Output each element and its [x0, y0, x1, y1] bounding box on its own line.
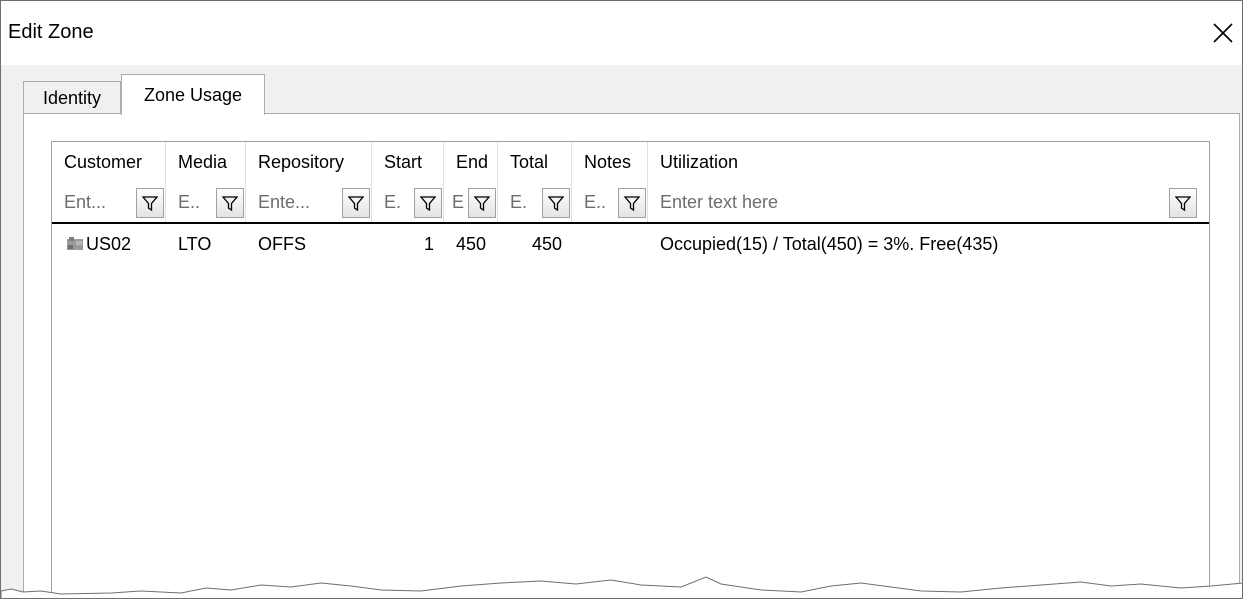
filter-input-end[interactable] [444, 188, 468, 216]
column-header-total[interactable]: Total [498, 142, 572, 182]
filter-cell-media [166, 182, 246, 222]
filter-input-notes[interactable] [572, 188, 618, 216]
column-header-repository[interactable]: Repository [246, 142, 372, 182]
cell-total: 450 [531, 234, 562, 254]
filter-button-customer[interactable] [136, 188, 164, 218]
cell-media: LTO [178, 234, 212, 254]
tab-zone-usage[interactable]: Zone Usage [121, 74, 265, 115]
funnel-icon [474, 196, 490, 212]
cell-start: 1 [423, 234, 434, 254]
cell-customer: US02 [86, 234, 132, 254]
funnel-icon [348, 196, 364, 212]
funnel-icon [548, 196, 564, 212]
filter-cell-repository [246, 182, 372, 222]
filter-button-utilization[interactable] [1169, 188, 1197, 218]
torn-edge-decoration [1, 576, 1242, 598]
funnel-icon [222, 196, 238, 212]
cell-utilization: Occupied(15) / Total(450) = 3%. Free(435… [660, 234, 999, 254]
funnel-icon [1175, 196, 1191, 212]
filter-button-start[interactable] [414, 188, 442, 218]
filter-input-repository[interactable] [246, 188, 340, 216]
filter-cell-start [372, 182, 444, 222]
title-bar: Edit Zone [1, 1, 1242, 65]
funnel-icon [420, 196, 436, 212]
column-header-start[interactable]: Start [372, 142, 444, 182]
filter-input-start[interactable] [372, 188, 414, 216]
zone-usage-grid: Customer Media Repository Start End Tota… [51, 141, 1210, 598]
close-button[interactable] [1204, 11, 1242, 53]
filter-input-total[interactable] [498, 188, 542, 216]
filter-cell-notes [572, 182, 648, 222]
filter-button-end[interactable] [468, 188, 496, 218]
funnel-icon [624, 196, 640, 212]
zone-usage-panel: Customer Media Repository Start End Tota… [23, 113, 1240, 598]
filter-cell-utilization [648, 182, 1209, 222]
filter-cell-customer [52, 182, 166, 222]
filter-button-notes[interactable] [618, 188, 646, 218]
funnel-icon [142, 196, 158, 212]
edit-zone-dialog: Edit Zone Identity Zone Usage Customer M… [0, 0, 1243, 599]
cell-repository: OFFS [258, 234, 306, 254]
filter-button-total[interactable] [542, 188, 570, 218]
filter-input-media[interactable] [166, 188, 216, 216]
filter-input-customer[interactable] [52, 188, 134, 216]
filter-cell-end [444, 182, 498, 222]
column-header-notes[interactable]: Notes [572, 142, 648, 182]
filter-button-media[interactable] [216, 188, 244, 218]
column-header-utilization[interactable]: Utilization [648, 142, 1204, 182]
cell-notes [572, 224, 648, 264]
filter-row [52, 182, 1209, 224]
tab-identity[interactable]: Identity [23, 81, 121, 114]
dialog-title: Edit Zone [8, 21, 94, 43]
column-header-end[interactable]: End [444, 142, 498, 182]
filter-input-utilization[interactable] [648, 188, 1148, 216]
close-icon [1213, 23, 1233, 43]
grid-header: Customer Media Repository Start End Tota… [52, 142, 1209, 182]
filter-cell-total [498, 182, 572, 222]
table-row[interactable]: US02 LTO OFFS 1 450 450 Occupied(15) / T… [52, 224, 1209, 264]
column-header-customer[interactable]: Customer [52, 142, 166, 182]
filter-button-repository[interactable] [342, 188, 370, 218]
column-header-media[interactable]: Media [166, 142, 246, 182]
cell-end: 450 [456, 234, 487, 254]
